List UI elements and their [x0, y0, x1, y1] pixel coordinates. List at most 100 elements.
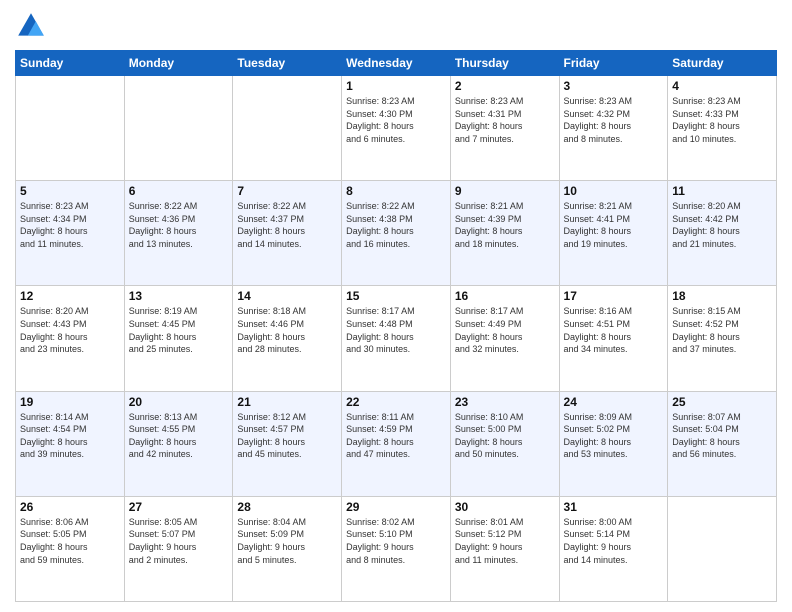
day-info: Sunrise: 8:14 AM Sunset: 4:54 PM Dayligh… [20, 411, 120, 461]
day-number: 9 [455, 184, 555, 198]
day-cell: 22Sunrise: 8:11 AM Sunset: 4:59 PM Dayli… [342, 391, 451, 496]
day-info: Sunrise: 8:15 AM Sunset: 4:52 PM Dayligh… [672, 305, 772, 355]
day-info: Sunrise: 8:07 AM Sunset: 5:04 PM Dayligh… [672, 411, 772, 461]
day-info: Sunrise: 8:22 AM Sunset: 4:37 PM Dayligh… [237, 200, 337, 250]
weekday-wednesday: Wednesday [342, 51, 451, 76]
day-cell: 30Sunrise: 8:01 AM Sunset: 5:12 PM Dayli… [450, 496, 559, 601]
day-info: Sunrise: 8:22 AM Sunset: 4:36 PM Dayligh… [129, 200, 229, 250]
day-cell: 27Sunrise: 8:05 AM Sunset: 5:07 PM Dayli… [124, 496, 233, 601]
day-info: Sunrise: 8:19 AM Sunset: 4:45 PM Dayligh… [129, 305, 229, 355]
day-number: 6 [129, 184, 229, 198]
day-number: 26 [20, 500, 120, 514]
day-info: Sunrise: 8:12 AM Sunset: 4:57 PM Dayligh… [237, 411, 337, 461]
day-info: Sunrise: 8:23 AM Sunset: 4:31 PM Dayligh… [455, 95, 555, 145]
day-cell [124, 76, 233, 181]
day-info: Sunrise: 8:13 AM Sunset: 4:55 PM Dayligh… [129, 411, 229, 461]
logo [15, 10, 51, 42]
day-cell: 2 Sunrise: 8:23 AM Sunset: 4:31 PM Daylig… [450, 76, 559, 181]
day-info: Sunrise: 8:04 AM Sunset: 5:09 PM Dayligh… [237, 516, 337, 566]
day-info: Sunrise: 8:02 AM Sunset: 5:10 PM Dayligh… [346, 516, 446, 566]
day-cell: 24 Sunrise: 8:09 AM Sunset: 5:02 PM Dayli… [559, 391, 668, 496]
week-row-1: 1 Sunrise: 8:23 AM Sunset: 4:30 PM Daylig… [16, 76, 777, 181]
day-number: 23 [455, 395, 555, 409]
day-number: 13 [129, 289, 229, 303]
day-info: Sunrise: 8:21 AM Sunset: 4:39 PM Dayligh… [455, 200, 555, 250]
day-cell: 23 Sunrise: 8:10 AM Sunset: 5:00 PM Dayli… [450, 391, 559, 496]
day-cell: 15 Sunrise: 8:17 AM Sunset: 4:48 PM Dayli… [342, 286, 451, 391]
day-number: 7 [237, 184, 337, 198]
day-info: Sunrise: 8:23 AM Sunset: 4:32 PM Dayligh… [564, 95, 664, 145]
day-cell: 11 Sunrise: 8:20 AM Sunset: 4:42 PM Dayli… [668, 181, 777, 286]
day-cell: 10 Sunrise: 8:21 AM Sunset: 4:41 PM Dayli… [559, 181, 668, 286]
day-info: Sunrise: 8:20 AM Sunset: 4:43 PM Dayligh… [20, 305, 120, 355]
weekday-sunday: Sunday [16, 51, 125, 76]
day-cell: 1 Sunrise: 8:23 AM Sunset: 4:30 PM Daylig… [342, 76, 451, 181]
day-cell: 28 Sunrise: 8:04 AM Sunset: 5:09 PM Dayli… [233, 496, 342, 601]
day-cell: 4 Sunrise: 8:23 AM Sunset: 4:33 PM Daylig… [668, 76, 777, 181]
day-number: 10 [564, 184, 664, 198]
day-number: 28 [237, 500, 337, 514]
day-info: Sunrise: 8:10 AM Sunset: 5:00 PM Dayligh… [455, 411, 555, 461]
day-info: Sunrise: 8:17 AM Sunset: 4:48 PM Dayligh… [346, 305, 446, 355]
day-cell: 8 Sunrise: 8:22 AM Sunset: 4:38 PM Daylig… [342, 181, 451, 286]
day-number: 2 [455, 79, 555, 93]
day-info: Sunrise: 8:01 AM Sunset: 5:12 PM Dayligh… [455, 516, 555, 566]
page: SundayMondayTuesdayWednesdayThursdayFrid… [0, 0, 792, 612]
day-cell: 26 Sunrise: 8:06 AM Sunset: 5:05 PM Dayli… [16, 496, 125, 601]
day-cell: 13 Sunrise: 8:19 AM Sunset: 4:45 PM Dayli… [124, 286, 233, 391]
day-info: Sunrise: 8:09 AM Sunset: 5:02 PM Dayligh… [564, 411, 664, 461]
day-cell: 7 Sunrise: 8:22 AM Sunset: 4:37 PM Daylig… [233, 181, 342, 286]
day-cell [16, 76, 125, 181]
day-number: 25 [672, 395, 772, 409]
weekday-monday: Monday [124, 51, 233, 76]
week-row-4: 19 Sunrise: 8:14 AM Sunset: 4:54 PM Dayli… [16, 391, 777, 496]
day-cell: 31 Sunrise: 8:00 AM Sunset: 5:14 PM Dayli… [559, 496, 668, 601]
day-info: Sunrise: 8:21 AM Sunset: 4:41 PM Dayligh… [564, 200, 664, 250]
day-number: 11 [672, 184, 772, 198]
day-info: Sunrise: 8:00 AM Sunset: 5:14 PM Dayligh… [564, 516, 664, 566]
day-cell: 29 Sunrise: 8:02 AM Sunset: 5:10 PM Dayli… [342, 496, 451, 601]
day-number: 4 [672, 79, 772, 93]
day-number: 8 [346, 184, 446, 198]
day-cell [668, 496, 777, 601]
day-info: Sunrise: 8:06 AM Sunset: 5:05 PM Dayligh… [20, 516, 120, 566]
day-cell [233, 76, 342, 181]
day-number: 29 [346, 500, 446, 514]
day-number: 1 [346, 79, 446, 93]
day-number: 14 [237, 289, 337, 303]
day-info: Sunrise: 8:17 AM Sunset: 4:49 PM Dayligh… [455, 305, 555, 355]
day-cell: 18Sunrise: 8:15 AM Sunset: 4:52 PM Dayli… [668, 286, 777, 391]
day-info: Sunrise: 8:20 AM Sunset: 4:42 PM Dayligh… [672, 200, 772, 250]
day-info: Sunrise: 8:18 AM Sunset: 4:46 PM Dayligh… [237, 305, 337, 355]
day-cell: 20Sunrise: 8:13 AM Sunset: 4:55 PM Dayli… [124, 391, 233, 496]
day-info: Sunrise: 8:23 AM Sunset: 4:30 PM Dayligh… [346, 95, 446, 145]
calendar-table: SundayMondayTuesdayWednesdayThursdayFrid… [15, 50, 777, 602]
day-info: Sunrise: 8:05 AM Sunset: 5:07 PM Dayligh… [129, 516, 229, 566]
weekday-saturday: Saturday [668, 51, 777, 76]
day-number: 21 [237, 395, 337, 409]
day-cell: 14 Sunrise: 8:18 AM Sunset: 4:46 PM Dayli… [233, 286, 342, 391]
day-info: Sunrise: 8:23 AM Sunset: 4:33 PM Dayligh… [672, 95, 772, 145]
weekday-tuesday: Tuesday [233, 51, 342, 76]
day-cell: 16 Sunrise: 8:17 AM Sunset: 4:49 PM Dayli… [450, 286, 559, 391]
week-row-3: 12 Sunrise: 8:20 AM Sunset: 4:43 PM Dayli… [16, 286, 777, 391]
logo-icon [15, 10, 47, 42]
weekday-friday: Friday [559, 51, 668, 76]
day-cell: 3 Sunrise: 8:23 AM Sunset: 4:32 PM Daylig… [559, 76, 668, 181]
day-cell: 5Sunrise: 8:23 AM Sunset: 4:34 PM Daylig… [16, 181, 125, 286]
day-info: Sunrise: 8:22 AM Sunset: 4:38 PM Dayligh… [346, 200, 446, 250]
day-number: 17 [564, 289, 664, 303]
day-number: 16 [455, 289, 555, 303]
day-number: 15 [346, 289, 446, 303]
day-number: 19 [20, 395, 120, 409]
day-number: 31 [564, 500, 664, 514]
day-number: 24 [564, 395, 664, 409]
day-number: 5 [20, 184, 120, 198]
day-cell: 17 Sunrise: 8:16 AM Sunset: 4:51 PM Dayli… [559, 286, 668, 391]
day-cell: 9 Sunrise: 8:21 AM Sunset: 4:39 PM Daylig… [450, 181, 559, 286]
day-number: 12 [20, 289, 120, 303]
day-number: 3 [564, 79, 664, 93]
day-number: 22 [346, 395, 446, 409]
day-cell: 25 Sunrise: 8:07 AM Sunset: 5:04 PM Dayli… [668, 391, 777, 496]
day-info: Sunrise: 8:16 AM Sunset: 4:51 PM Dayligh… [564, 305, 664, 355]
